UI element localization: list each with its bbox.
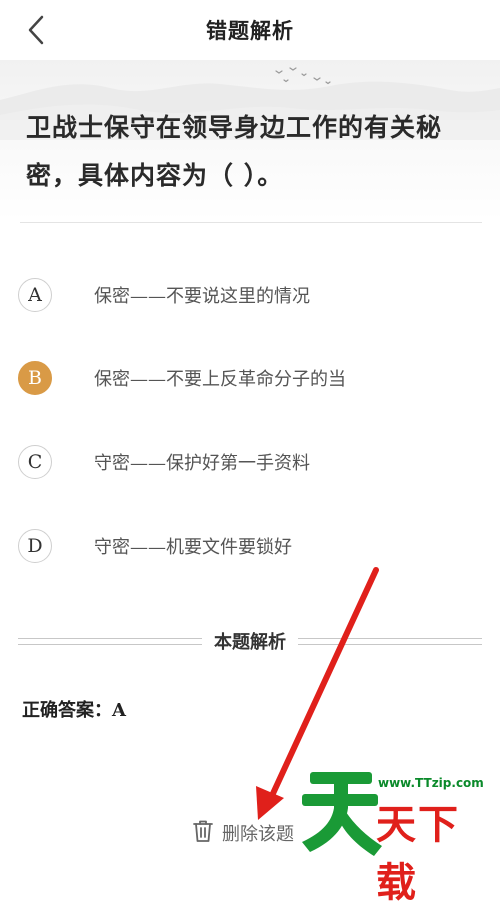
back-icon[interactable] <box>22 14 52 46</box>
top-bar: 错题解析 <box>0 0 500 60</box>
delete-question-button[interactable]: 删除该题 <box>192 816 294 850</box>
option-c[interactable]: C 守密——保护好第一手资料 <box>18 435 478 489</box>
option-text: 守密——保护好第一手资料 <box>94 453 310 474</box>
delete-label: 删除该题 <box>222 824 294 845</box>
divider <box>20 222 482 223</box>
option-letter-badge-wrong: B <box>18 361 52 395</box>
option-a[interactable]: A 保密——不要说这里的情况 <box>18 268 478 322</box>
option-text: 守密——机要文件要锁好 <box>94 537 292 558</box>
analysis-title: 本题解析 <box>214 632 286 653</box>
option-letter-badge: D <box>18 529 52 563</box>
option-d[interactable]: D 守密——机要文件要锁好 <box>18 519 478 573</box>
option-letter-badge: C <box>18 445 52 479</box>
watermark-text: 天下载 <box>376 802 460 906</box>
page-title: 错题解析 <box>206 18 294 43</box>
trash-icon <box>192 819 214 847</box>
double-line-divider <box>298 637 482 645</box>
analysis-header: 本题解析 <box>18 626 482 656</box>
option-text: 保密——不要说这里的情况 <box>94 286 310 307</box>
watermark-url: www.TTzip.com <box>378 776 484 790</box>
option-b[interactable]: B 保密——不要上反革命分子的当 <box>18 351 478 405</box>
question-text: 卫战士保守在领导身边工作的有关秘密，具体内容为（ ）。 <box>26 113 443 190</box>
option-letter-badge: A <box>18 278 52 312</box>
option-text: 保密——不要上反革命分子的当 <box>94 369 346 390</box>
double-line-divider <box>18 637 202 645</box>
correct-answer: 正确答案：A <box>22 700 126 721</box>
